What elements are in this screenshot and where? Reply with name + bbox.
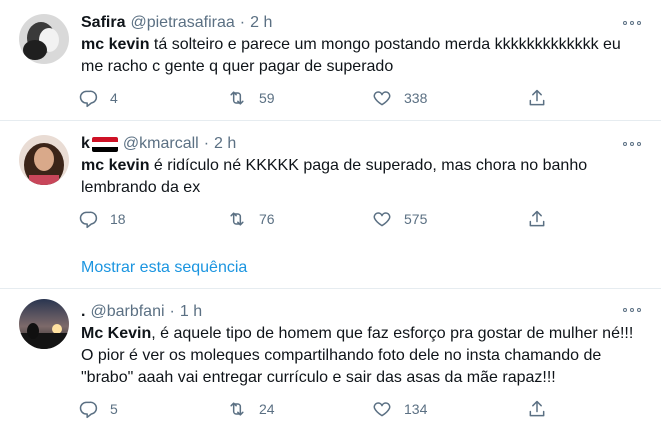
user-handle[interactable]: @kmarcall [123, 134, 199, 154]
tweet-text: Mc Kevin, é aquele tipo de homem que faz… [81, 323, 646, 389]
reply-button[interactable]: 5 [78, 397, 118, 421]
reply-button[interactable]: 18 [78, 207, 126, 231]
mention: mc kevin [81, 36, 150, 53]
tweet-actions: 4 59 338 [78, 86, 558, 110]
retweet-icon [230, 91, 244, 105]
timestamp[interactable]: 1 h [180, 302, 202, 322]
display-name[interactable]: Safira [81, 13, 125, 33]
share-icon [529, 89, 545, 106]
share-icon [529, 210, 545, 227]
retweet-button[interactable]: 24 [227, 397, 275, 421]
like-icon [373, 91, 391, 106]
separator-dot: · [169, 303, 175, 320]
reply-icon [79, 401, 98, 419]
reply-count: 4 [110, 90, 118, 106]
tweet-header: . @barbfani · 1 h [81, 302, 202, 322]
tweet-actions: 18 76 575 [78, 207, 558, 231]
retweet-count: 24 [259, 401, 275, 417]
tweet-text: mc kevin tá solteiro e parece um mongo p… [81, 34, 646, 78]
reply-button[interactable]: 4 [78, 86, 118, 110]
like-count: 338 [404, 90, 428, 106]
tweet-body: é ridículo né KKKKK paga de superado, ma… [81, 157, 588, 196]
tweet[interactable]: Safira @pietrasafiraa · 2 h mc kevin tá … [0, 0, 661, 120]
avatar[interactable] [19, 135, 69, 185]
tweet[interactable]: . @barbfani · 1 h Mc Kevin, é aquele tip… [0, 288, 661, 436]
tweet-body: tá solteiro e parece um mongo postando m… [81, 36, 621, 75]
tweet-actions: 5 24 134 [78, 397, 558, 421]
display-name[interactable]: k [81, 134, 90, 154]
share-button[interactable] [527, 86, 547, 110]
more-icon[interactable] [623, 307, 641, 313]
retweet-button[interactable]: 76 [227, 207, 275, 231]
retweet-count: 59 [259, 90, 275, 106]
timestamp[interactable]: 2 h [214, 134, 236, 154]
share-button[interactable] [527, 397, 547, 421]
tweet-body: , é aquele tipo de homem que faz esforço… [81, 325, 634, 386]
like-button[interactable]: 134 [372, 397, 427, 421]
like-icon [373, 212, 391, 227]
mention: Mc Kevin [81, 325, 152, 342]
retweet-icon [230, 402, 244, 416]
tweet[interactable]: k @kmarcall · 2 h mc kevin é ridículo né… [0, 120, 661, 288]
like-count: 575 [404, 211, 428, 227]
like-icon [373, 402, 391, 417]
display-name[interactable]: . [81, 302, 85, 322]
show-thread-link[interactable]: Mostrar esta sequência [81, 258, 247, 278]
share-icon [529, 400, 545, 417]
reply-icon [79, 211, 98, 229]
mention: mc kevin [81, 157, 150, 174]
more-icon[interactable] [623, 141, 641, 147]
avatar[interactable] [19, 14, 69, 64]
user-handle[interactable]: @pietrasafiraa [130, 13, 234, 33]
retweet-icon [230, 212, 244, 226]
like-button[interactable]: 338 [372, 86, 427, 110]
flag-emoji [91, 136, 118, 152]
retweet-count: 76 [259, 211, 275, 227]
user-handle[interactable]: @barbfani [90, 302, 164, 322]
separator-dot: · [239, 14, 246, 31]
reply-icon [79, 90, 98, 108]
avatar[interactable] [19, 299, 69, 349]
separator-dot: · [203, 135, 210, 152]
timestamp[interactable]: 2 h [250, 13, 272, 33]
retweet-button[interactable]: 59 [227, 86, 275, 110]
more-icon[interactable] [623, 20, 641, 26]
like-button[interactable]: 575 [372, 207, 427, 231]
reply-count: 18 [110, 211, 126, 227]
like-count: 134 [404, 401, 428, 417]
tweet-header: Safira @pietrasafiraa · 2 h [81, 13, 272, 33]
tweet-text: mc kevin é ridículo né KKKKK paga de sup… [81, 155, 646, 199]
share-button[interactable] [527, 207, 547, 231]
tweet-header: k @kmarcall · 2 h [81, 134, 236, 154]
reply-count: 5 [110, 401, 118, 417]
